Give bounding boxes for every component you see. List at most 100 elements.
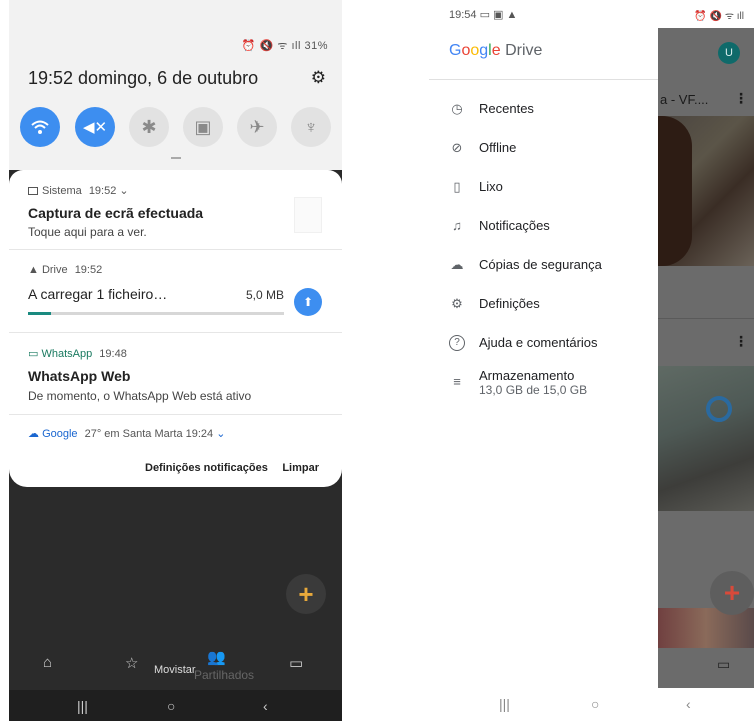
upload-progress-bar [28, 312, 284, 315]
files-nav-icon[interactable]: ▭ [289, 654, 303, 672]
image-icon [28, 187, 38, 195]
drawer-item-label: Armazenamento [479, 368, 575, 383]
notification-text: De momento, o WhatsApp Web está ativo [28, 389, 252, 403]
clock-icon: ◷ [451, 101, 463, 116]
cloud-icon: ☁ [28, 428, 39, 440]
chevron-down-icon[interactable]: ⌄ [119, 185, 128, 197]
notification-whatsapp[interactable]: ▭ WhatsApp 19:48 WhatsApp Web De momento… [9, 333, 342, 415]
settings-icon: ⚙ [451, 296, 463, 311]
mute-icon: ◀✕ [82, 119, 108, 136]
drawer-item-definicoes[interactable]: ⚙ Definições [429, 290, 658, 320]
file-thumbnail [658, 366, 754, 511]
dimmed-drive-content: U a - VF.... ⋮ ⋮ + ▭ [658, 28, 754, 688]
wifi-toggle[interactable] [20, 107, 60, 147]
notification-shade-screen: ⏰ 🔇 ᯤ ıll 31% 19:52 domingo, 6 de outubr… [9, 0, 342, 721]
drawer-item-label: Ajuda e comentários [479, 335, 598, 350]
drawer-item-help[interactable]: ? Ajuda e comentários [429, 329, 658, 359]
notification-text: Toque aqui para a ver. [28, 225, 147, 239]
notification-settings-button[interactable]: Definições notificações [145, 462, 268, 474]
new-fab-button[interactable]: + [710, 571, 754, 615]
panel-handle[interactable] [171, 157, 181, 159]
help-icon: ? [449, 335, 465, 351]
chevron-down-icon[interactable]: ⌄ [216, 428, 225, 440]
notification-time: 19:52 [88, 185, 117, 197]
quick-settings-panel: ⏰ 🔇 ᯤ ıll 31% 19:52 domingo, 6 de outubr… [9, 0, 342, 170]
notification-time: 19:48 [99, 348, 127, 360]
shared-nav-label: Partilhados [194, 668, 255, 682]
swirl-graphic [706, 396, 732, 422]
storage-usage: 13,0 GB de 15,0 GB [479, 383, 588, 397]
upload-icon: ⬆ [302, 295, 314, 309]
home-nav-icon[interactable]: ⌂ [43, 654, 52, 671]
recents-icon[interactable]: ||| [77, 698, 88, 714]
app-name: Sistema [42, 185, 82, 197]
back-icon[interactable]: ‹ [686, 696, 691, 712]
drawer-item-notificacoes[interactable]: ♫ Notificações [429, 212, 658, 242]
drawer-item-offline[interactable]: ⊘ Offline [429, 134, 658, 164]
new-fab-button[interactable]: + [286, 574, 326, 614]
airplane-toggle[interactable]: ✈ [237, 107, 277, 147]
status-time: 19:54 [449, 9, 477, 21]
upload-button[interactable]: ⬆ [294, 288, 322, 316]
app-name: Google [42, 428, 78, 440]
carrier-label: Movistar [154, 664, 196, 676]
system-nav-bar: ||| ○ ‹ [9, 690, 342, 721]
shared-nav-icon[interactable]: 👥 [207, 648, 226, 666]
drive-drawer-screen: 19:54 ▭ ▣ ▲ ⏰ 🔇 ᯤ ıll U a - VF.... ⋮ ⋮ +… [429, 0, 754, 721]
notification-google[interactable]: ☁ Google 27° em Santa Marta 19:24 ⌄ [9, 415, 342, 452]
home-icon[interactable]: ○ [591, 696, 599, 712]
more-options-icon[interactable]: ⋮ [734, 90, 748, 107]
flashlight-toggle[interactable]: ♆ [291, 107, 331, 147]
recents-icon[interactable]: ||| [499, 696, 510, 712]
files-nav-icon[interactable]: ▭ [717, 656, 730, 673]
drawer-item-label: Offline [479, 140, 517, 155]
back-icon[interactable]: ‹ [263, 698, 268, 714]
starred-nav-icon[interactable]: ☆ [125, 654, 138, 672]
file-thumbnail-subject [658, 116, 692, 266]
drawer-item-lixo[interactable]: ▯ Lixo [429, 173, 658, 203]
upload-size: 5,0 MB [245, 288, 284, 302]
notification-card: Sistema 19:52 ⌄ Captura de ecrã efectuad… [9, 170, 342, 487]
navigation-drawer: Google Drive ◷ Recentes ⊘ Offline ▯ Lixo… [429, 28, 658, 688]
screenshot-thumbnail[interactable] [294, 197, 322, 233]
system-nav-bar: ||| ○ ‹ [429, 688, 754, 721]
settings-gear-icon[interactable]: ⚙ [311, 68, 326, 88]
drawer-item-label: Recentes [479, 101, 534, 116]
drawer-item-label: Notificações [479, 218, 550, 233]
notification-drive[interactable]: ▲ Drive 19:52 A carregar 1 ficheiro… [9, 250, 342, 333]
notification-title: Captura de ecrã efectuada [28, 205, 204, 221]
notification-header: Sistema 19:52 ⌄ [28, 184, 129, 197]
airplane-icon: ✈ [249, 116, 265, 137]
status-bar-time: 19:54 ▭ ▣ ▲ [449, 8, 517, 21]
status-bar-icons: ⏰ 🔇 ᯤ ıll 31% [241, 40, 328, 52]
status-notification-icons: ▭ ▣ ▲ [479, 9, 518, 21]
home-icon[interactable]: ○ [167, 698, 175, 714]
drawer-item-backups[interactable]: ☁ Cópias de segurança [429, 251, 658, 281]
mute-toggle[interactable]: ◀✕ [75, 107, 115, 147]
drawer-item-label: Cópias de segurança [479, 257, 602, 272]
more-options-icon[interactable]: ⋮ [734, 333, 748, 350]
notification-footer: Definições notificações Limpar [9, 452, 342, 482]
avatar[interactable]: U [718, 42, 740, 64]
rotate-icon: ▣ [194, 116, 212, 137]
date-time-label: 19:52 domingo, 6 de outubro [28, 68, 259, 88]
drawer-item-label: Definições [479, 296, 540, 311]
notification-system[interactable]: Sistema 19:52 ⌄ Captura de ecrã efectuad… [9, 170, 342, 250]
bluetooth-toggle[interactable]: ✱ [129, 107, 169, 147]
divider [658, 318, 754, 319]
drawer-item-label: Lixo [479, 179, 503, 194]
drawer-divider [429, 79, 658, 80]
notification-title: A carregar 1 ficheiro… [28, 286, 168, 302]
google-drive-logo: Google Drive [449, 42, 543, 59]
bluetooth-icon: ✱ [141, 116, 157, 137]
clear-all-button[interactable]: Limpar [282, 462, 319, 474]
upload-progress-fill [28, 312, 52, 315]
drawer-item-recentes[interactable]: ◷ Recentes [429, 95, 658, 125]
weather-text: 27° em Santa Marta 19:24 [84, 428, 214, 440]
file-thumbnail [658, 608, 754, 648]
auto-rotate-toggle[interactable]: ▣ [183, 107, 223, 147]
status-bar-icons: ⏰ 🔇 ᯤ ıll [694, 11, 744, 22]
laptop-icon: ▭ [28, 348, 39, 360]
offline-icon: ⊘ [451, 140, 463, 155]
plus-icon: + [723, 577, 741, 608]
